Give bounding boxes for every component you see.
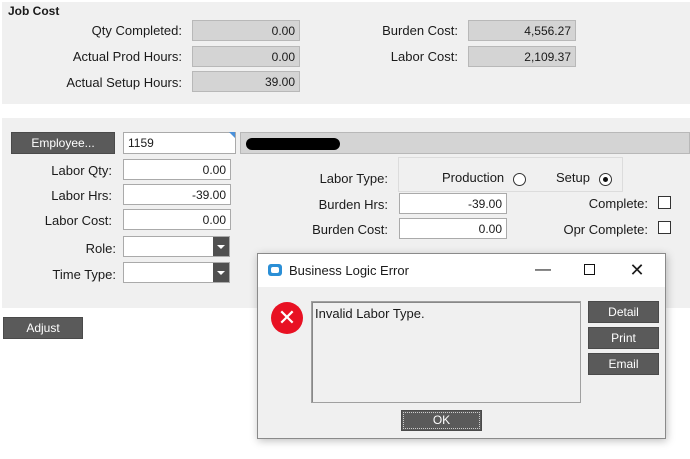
error-message: Invalid Labor Type. xyxy=(315,306,425,321)
labor-hrs-field[interactable]: -39.00 xyxy=(123,184,231,205)
employee-name-field xyxy=(240,132,690,154)
error-x-icon: ✕ xyxy=(271,302,303,334)
adjust-button[interactable]: Adjust xyxy=(3,317,83,339)
print-button[interactable]: Print xyxy=(588,327,659,349)
labor-cost-field[interactable]: 0.00 xyxy=(123,209,231,230)
error-message-box: Invalid Labor Type. xyxy=(311,301,581,403)
chevron-down-icon[interactable] xyxy=(213,237,229,256)
ok-button[interactable]: OK xyxy=(401,410,482,431)
setup-radio-label: Setup xyxy=(556,170,590,185)
actual-prod-hours-field: 0.00 xyxy=(192,46,300,67)
employee-button[interactable]: Employee... xyxy=(11,132,115,154)
labor-cost-summary-field: 2,109.37 xyxy=(468,46,576,67)
labor-cost-label: Labor Cost: xyxy=(44,213,112,228)
email-button[interactable]: Email xyxy=(588,353,659,375)
labor-cost-summary-label: Labor Cost: xyxy=(390,49,458,64)
burden-cost-entry-label: Burden Cost: xyxy=(312,222,388,237)
burden-hrs-field[interactable]: -39.00 xyxy=(399,193,507,214)
labor-type-label: Labor Type: xyxy=(319,171,388,186)
role-select[interactable] xyxy=(123,236,230,257)
qty-completed-field: 0.00 xyxy=(192,20,300,41)
maximize-icon[interactable] xyxy=(566,254,612,286)
role-label: Role: xyxy=(85,241,116,256)
employee-id-field[interactable]: 1159 xyxy=(123,132,236,154)
labor-qty-field[interactable]: 0.00 xyxy=(123,159,231,180)
complete-checkbox[interactable] xyxy=(658,196,671,209)
production-radio[interactable] xyxy=(513,173,526,186)
corner-marker-icon xyxy=(229,132,235,138)
app-icon xyxy=(268,264,282,276)
business-logic-error-dialog: Business Logic Error — ✕ ✕ Invalid Labor… xyxy=(257,253,666,439)
time-type-select[interactable] xyxy=(123,262,230,283)
burden-cost-label: Burden Cost: xyxy=(382,23,458,38)
time-type-label: Time Type: xyxy=(52,267,116,282)
burden-cost-entry-field[interactable]: 0.00 xyxy=(399,218,507,239)
opr-complete-checkbox[interactable] xyxy=(658,221,671,234)
dialog-body: ✕ Invalid Labor Type. Detail Print Email… xyxy=(258,287,665,438)
complete-label: Complete: xyxy=(588,196,648,211)
detail-button[interactable]: Detail xyxy=(588,301,659,323)
production-radio-label: Production xyxy=(442,170,505,185)
qty-completed-label: Qty Completed: xyxy=(91,23,182,38)
job-cost-title: Job Cost xyxy=(8,4,60,18)
minimize-icon[interactable]: — xyxy=(520,254,566,286)
actual-setup-hours-label: Actual Setup Hours: xyxy=(66,75,182,90)
setup-radio[interactable] xyxy=(599,173,612,186)
chevron-down-icon[interactable] xyxy=(213,263,229,282)
opr-complete-label: Opr Complete: xyxy=(563,222,648,237)
actual-setup-hours-field: 39.00 xyxy=(192,71,300,92)
close-icon[interactable]: ✕ xyxy=(614,254,660,286)
actual-prod-hours-label: Actual Prod Hours: xyxy=(72,49,182,64)
labor-hrs-label: Labor Hrs: xyxy=(51,188,112,203)
redaction-mark xyxy=(246,138,340,150)
labor-qty-label: Labor Qty: xyxy=(51,163,112,178)
burden-hrs-label: Burden Hrs: xyxy=(318,197,388,212)
burden-cost-field: 4,556.27 xyxy=(468,20,576,41)
dialog-title: Business Logic Error xyxy=(289,263,409,278)
